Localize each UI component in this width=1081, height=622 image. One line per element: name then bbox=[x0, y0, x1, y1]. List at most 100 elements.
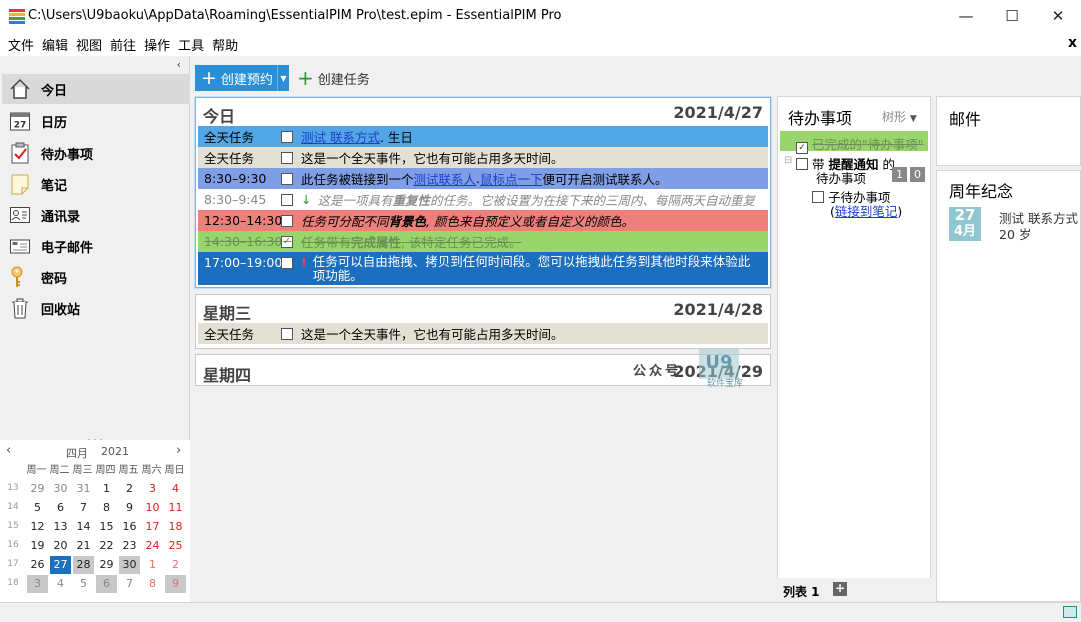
event-checkbox[interactable] bbox=[281, 214, 293, 227]
calendar-day[interactable]: 22 bbox=[96, 537, 117, 555]
nav-item-calendar[interactable]: 27 日历 bbox=[2, 106, 190, 136]
calendar-day[interactable]: 2 bbox=[165, 556, 186, 574]
event-checkbox[interactable] bbox=[281, 257, 293, 269]
event-row[interactable]: 8:30–9:45 ↓ 这是一项具有 重复性 的任务。它被设置为在接下来的三周内、每… bbox=[198, 189, 768, 210]
event-checkbox[interactable] bbox=[281, 193, 293, 206]
event-row[interactable]: 全天任务 这是一个全天事件，它也有可能占用多天时间。 bbox=[198, 147, 768, 168]
year-label[interactable]: 2021 bbox=[101, 445, 129, 458]
menu-tools[interactable]: 工具 bbox=[174, 32, 208, 54]
calendar-day[interactable]: 30 bbox=[50, 480, 71, 498]
event-row[interactable]: 全天任务 这是一个全天事件，它也有可能占用多天时间。 bbox=[198, 323, 768, 344]
menu-help[interactable]: 帮助 bbox=[208, 32, 242, 54]
calendar-day[interactable]: 4 bbox=[165, 480, 186, 498]
calendar-day[interactable]: 6 bbox=[96, 575, 117, 593]
calendar-day[interactable]: 8 bbox=[96, 499, 117, 517]
calendar-day[interactable]: 13 bbox=[50, 518, 71, 536]
new-appointment-button[interactable]: + 创建预约 ▼ bbox=[195, 65, 289, 91]
calendar-day[interactable]: 18 bbox=[165, 518, 186, 536]
nav-item-passwords[interactable]: 密码 bbox=[2, 262, 190, 292]
todo-checkbox[interactable] bbox=[812, 191, 824, 203]
calendar-day[interactable]: 1 bbox=[96, 480, 117, 498]
menu-file[interactable]: 文件 bbox=[4, 32, 38, 54]
tree-collapse-icon[interactable]: ⊟ bbox=[784, 155, 792, 166]
prev-month-button[interactable]: ‹ bbox=[6, 443, 11, 458]
event-checkbox[interactable] bbox=[281, 327, 293, 340]
calendar-day[interactable]: 5 bbox=[27, 499, 48, 517]
calendar-day[interactable]: 20 bbox=[50, 537, 71, 555]
calendar-day[interactable]: 24 bbox=[142, 537, 163, 555]
nav-item-trash[interactable]: 回收站 bbox=[2, 293, 190, 323]
menu-action[interactable]: 操作 bbox=[140, 32, 174, 54]
next-month-button[interactable]: › bbox=[176, 443, 181, 458]
calendar-day[interactable]: 26 bbox=[27, 556, 48, 574]
nav-item-email[interactable]: 电子邮件 bbox=[2, 231, 190, 261]
nav-item-today[interactable]: 今日 bbox=[2, 74, 190, 104]
event-checkbox[interactable] bbox=[281, 151, 293, 164]
todo-note-link[interactable]: (链接到笔记) bbox=[830, 201, 902, 220]
view-mode-dropdown[interactable]: 树形 ▼ bbox=[882, 108, 917, 125]
weekday-header: 周一 bbox=[26, 465, 47, 476]
calendar-day[interactable]: 30 bbox=[119, 556, 140, 574]
menu-go[interactable]: 前往 bbox=[106, 32, 140, 54]
calendar-day[interactable]: 6 bbox=[50, 499, 71, 517]
calendar-day[interactable]: 8 bbox=[142, 575, 163, 593]
calendar-day[interactable]: 2 bbox=[119, 480, 140, 498]
event-row[interactable]: 12:30–14:30 任务可分配不同 背景色, 颜色来自预定义或者自定义的颜色… bbox=[198, 210, 768, 231]
month-label[interactable]: 四月 bbox=[66, 445, 88, 461]
calendar-day[interactable]: 5 bbox=[73, 575, 94, 593]
event-checkbox[interactable] bbox=[281, 172, 293, 185]
calendar-day[interactable]: 9 bbox=[119, 499, 140, 517]
click-here-link[interactable]: 鼠标点一下 bbox=[480, 169, 543, 188]
linked-contact-link[interactable]: 测试联系人 bbox=[414, 169, 477, 188]
event-row[interactable]: 14:30–16:30 ✓ 任务带有 完成属性, 该特定任务已完成。 bbox=[198, 231, 768, 252]
calendar-day[interactable]: 17 bbox=[142, 518, 163, 536]
nav-label: 待办事项 bbox=[41, 147, 94, 163]
nav-item-contacts[interactable]: 通讯录 bbox=[2, 200, 190, 230]
event-row[interactable]: 17:00–19:00 ! 任务可以自由拖拽、拷贝到任何时间段。您可以拖拽此任务… bbox=[198, 252, 768, 285]
calendar-day[interactable]: 27 bbox=[50, 556, 71, 574]
event-row[interactable]: 全天任务 测试 联系方式. 生日 bbox=[198, 126, 768, 147]
calendar-day[interactable]: 12 bbox=[27, 518, 48, 536]
new-task-button[interactable]: + 创建任务 bbox=[297, 65, 370, 91]
todo-checkbox-checked[interactable]: ✓ bbox=[796, 142, 808, 154]
tab-list-1[interactable]: 列表 1 bbox=[783, 583, 820, 600]
calendar-day[interactable]: 29 bbox=[27, 480, 48, 498]
calendar-day[interactable]: 11 bbox=[165, 499, 186, 517]
calendar-day[interactable]: 16 bbox=[119, 518, 140, 536]
collapse-pane-button[interactable]: ‹ bbox=[177, 58, 181, 71]
close-document-button[interactable]: x bbox=[1068, 35, 1077, 51]
calendar-day[interactable]: 1 bbox=[142, 556, 163, 574]
nav-item-notes[interactable]: 笔记 bbox=[2, 169, 190, 199]
calendar-day[interactable]: 7 bbox=[119, 575, 140, 593]
event-row[interactable]: 8:30–9:30 此任务被链接到一个 测试联系人. 鼠标点一下 便可开启测试联… bbox=[198, 168, 768, 189]
menu-view[interactable]: 视图 bbox=[72, 32, 106, 54]
calendar-day[interactable]: 25 bbox=[165, 537, 186, 555]
minimize-button[interactable]: — bbox=[943, 0, 989, 32]
menu-edit[interactable]: 编辑 bbox=[38, 32, 72, 54]
calendar-day[interactable]: 14 bbox=[73, 518, 94, 536]
close-window-button[interactable]: ✕ bbox=[1035, 0, 1081, 32]
calendar-day[interactable]: 15 bbox=[96, 518, 117, 536]
calendar-day[interactable]: 19 bbox=[27, 537, 48, 555]
calendar-day[interactable]: 31 bbox=[73, 480, 94, 498]
nav-item-todo[interactable]: 待办事项 bbox=[2, 138, 190, 168]
calendar-day[interactable]: 9 bbox=[165, 575, 186, 593]
calendar-day[interactable]: 3 bbox=[142, 480, 163, 498]
calendar-day[interactable]: 3 bbox=[27, 575, 48, 593]
contact-link[interactable]: 测试 联系方式 bbox=[301, 127, 380, 146]
todo-item-completed[interactable]: ✓ 已完成的"待办事项" bbox=[780, 131, 928, 154]
status-monitor-icon[interactable] bbox=[1063, 606, 1077, 618]
calendar-day[interactable]: 7 bbox=[73, 499, 94, 517]
calendar-day[interactable]: 23 bbox=[119, 537, 140, 555]
calendar-day[interactable]: 29 bbox=[96, 556, 117, 574]
add-list-button[interactable]: + bbox=[833, 582, 847, 596]
calendar-day[interactable]: 28 bbox=[73, 556, 94, 574]
calendar-day[interactable]: 21 bbox=[73, 537, 94, 555]
event-checkbox[interactable] bbox=[281, 130, 293, 143]
event-checkbox-checked[interactable]: ✓ bbox=[281, 235, 293, 248]
maximize-button[interactable]: ☐ bbox=[989, 0, 1035, 32]
dropdown-arrow-icon[interactable]: ▼ bbox=[277, 65, 289, 91]
calendar-day[interactable]: 4 bbox=[50, 575, 71, 593]
calendar-day[interactable]: 10 bbox=[142, 499, 163, 517]
todo-checkbox[interactable] bbox=[796, 158, 808, 170]
